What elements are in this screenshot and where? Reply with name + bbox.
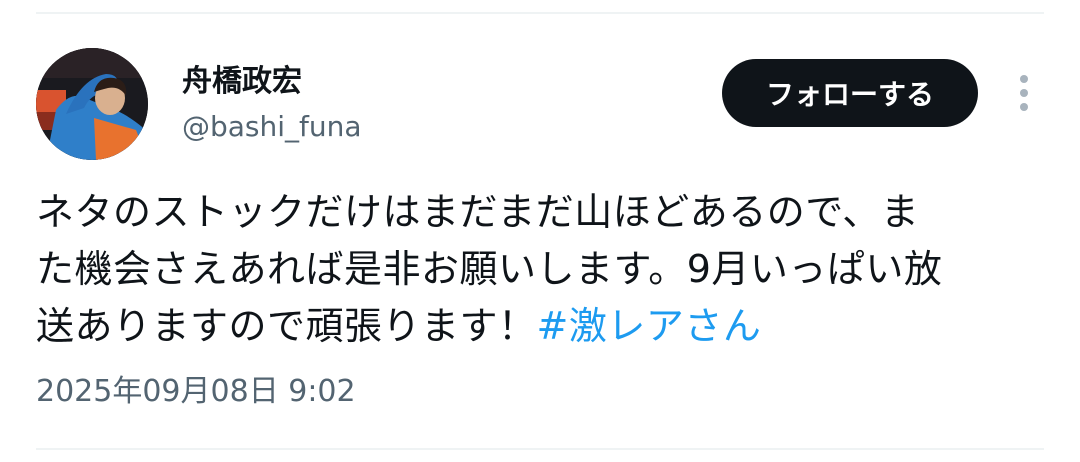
vertical-ellipsis-icon	[1020, 75, 1028, 111]
tweet-text-line-content: 送ありますので頑張ります！	[36, 304, 537, 348]
bottom-divider	[36, 448, 1044, 450]
tweet-text: ネタのストックだけはまだまだ山ほどあるので、ま た機会さえあれば是非お願いします…	[36, 184, 1046, 355]
top-divider	[36, 12, 1044, 14]
avatar-image	[36, 48, 148, 160]
user-handle[interactable]: @bashi_funa	[182, 110, 362, 144]
tweet-text-line-last: 送ありますので頑張ります！#激レアさん	[36, 298, 1046, 355]
more-options-button[interactable]	[1004, 70, 1044, 116]
follow-button[interactable]: フォローする	[722, 59, 978, 127]
avatar[interactable]	[36, 48, 148, 160]
display-name[interactable]: 舟橋政宏	[182, 64, 302, 100]
tweet-text-line: た機会さえあれば是非お願いします。9月いっぱい放	[36, 247, 943, 291]
tweet-detail: 舟橋政宏 @bashi_funa フォローする ネタのストックだけはまだまだ山ほ…	[0, 0, 1080, 462]
tweet-text-line: ネタのストックだけはまだまだ山ほどあるので、ま	[36, 190, 920, 234]
tweet-timestamp[interactable]: 2025年09月08日 9:02	[36, 374, 356, 410]
hashtag-link[interactable]: #激レアさん	[537, 304, 762, 348]
